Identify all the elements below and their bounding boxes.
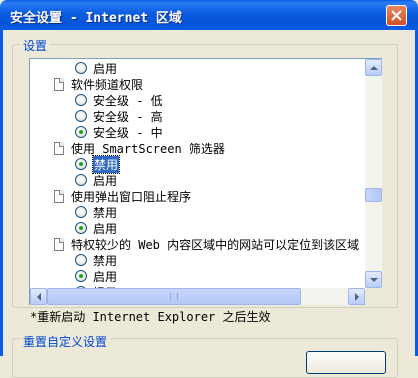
radio-label: 安全级 - 低	[93, 93, 163, 108]
scroll-left-button[interactable]	[30, 288, 47, 305]
radio-unchecked-icon[interactable]	[75, 254, 87, 266]
scroll-up-button[interactable]	[365, 59, 382, 76]
radio-unchecked-icon[interactable]	[75, 94, 87, 106]
close-icon	[391, 10, 402, 21]
chevron-down-icon	[369, 277, 378, 282]
setting-label: 使用弹出窗口阻止程序	[71, 189, 192, 204]
setting-item[interactable]: 软件频道权限	[54, 76, 143, 92]
chevron-left-icon	[36, 292, 41, 301]
radio-unchecked-icon[interactable]	[75, 174, 87, 186]
setting-item[interactable]: 使用弹出窗口阻止程序	[54, 188, 191, 204]
radio-label: 启用	[93, 221, 118, 236]
radio-unchecked-icon[interactable]	[75, 206, 87, 218]
radio-checked-icon[interactable]	[75, 222, 87, 234]
radio-option[interactable]: 安全级 - 低	[75, 92, 163, 108]
scroll-down-button[interactable]	[365, 271, 382, 288]
reset-button[interactable]	[306, 351, 386, 374]
document-icon	[54, 141, 64, 155]
setting-label: 软件频道权限	[71, 77, 144, 92]
setting-item[interactable]: 使用 SmartScreen 筛选器	[54, 140, 225, 156]
document-icon	[54, 189, 64, 203]
horizontal-scrollbar[interactable]	[30, 288, 365, 305]
restart-note: *重新启动 Internet Explorer 之后生效	[30, 310, 271, 324]
vertical-scroll-thumb[interactable]	[365, 188, 382, 202]
document-icon	[54, 237, 64, 251]
reset-group-title: 重置自定义设置	[20, 333, 111, 350]
radio-checked-icon[interactable]	[75, 126, 87, 138]
grip-icon	[170, 293, 178, 300]
setting-label: 使用 SmartScreen 筛选器	[71, 141, 225, 156]
radio-option[interactable]: 安全级 - 中	[75, 124, 163, 140]
scroll-right-button[interactable]	[348, 288, 365, 305]
radio-label: 安全级 - 高	[93, 109, 163, 124]
radio-option[interactable]: 禁用	[75, 204, 117, 220]
radio-option[interactable]: 禁用	[75, 154, 121, 174]
radio-option[interactable]: 启用	[75, 172, 117, 188]
horizontal-scroll-thumb[interactable]	[47, 288, 301, 305]
radio-label: 禁用	[93, 205, 118, 220]
radio-option[interactable]: 安全级 - 高	[75, 108, 163, 124]
radio-option[interactable]: 启用	[75, 220, 117, 236]
radio-checked-icon[interactable]	[75, 158, 87, 170]
radio-unchecked-icon[interactable]	[75, 110, 87, 122]
radio-label: 启用	[93, 269, 118, 284]
close-button[interactable]	[386, 5, 407, 26]
scrollbar-corner	[365, 288, 382, 305]
radio-unchecked-icon[interactable]	[75, 62, 87, 74]
setting-label: 特权较少的 Web 内容区域中的网站可以定位到该区域	[71, 237, 360, 252]
document-icon	[54, 77, 64, 91]
radio-label: 启用	[93, 173, 118, 188]
chevron-right-icon	[354, 292, 359, 301]
radio-label: 安全级 - 中	[93, 125, 163, 140]
window-title: 安全设置 - Internet 区域	[10, 11, 182, 26]
radio-label: 禁用	[91, 154, 121, 174]
settings-group-title: 设置	[20, 37, 51, 54]
radio-option[interactable]: 启用	[75, 60, 117, 76]
radio-label: 禁用	[93, 253, 118, 268]
vertical-scrollbar[interactable]	[365, 59, 382, 288]
setting-item[interactable]: 特权较少的 Web 内容区域中的网站可以定位到该区域	[54, 236, 359, 252]
chevron-up-icon	[369, 65, 378, 70]
radio-option[interactable]: 启用	[75, 268, 117, 284]
radio-checked-icon[interactable]	[75, 270, 87, 282]
title-bar[interactable]: 安全设置 - Internet 区域	[0, 0, 418, 30]
settings-tree[interactable]: 启用 软件频道权限 安全级 - 低安全级 - 高安全级 - 中使用 SmartScr…	[29, 58, 382, 305]
radio-option[interactable]: 禁用	[75, 252, 117, 268]
radio-label: 启用	[93, 61, 118, 76]
